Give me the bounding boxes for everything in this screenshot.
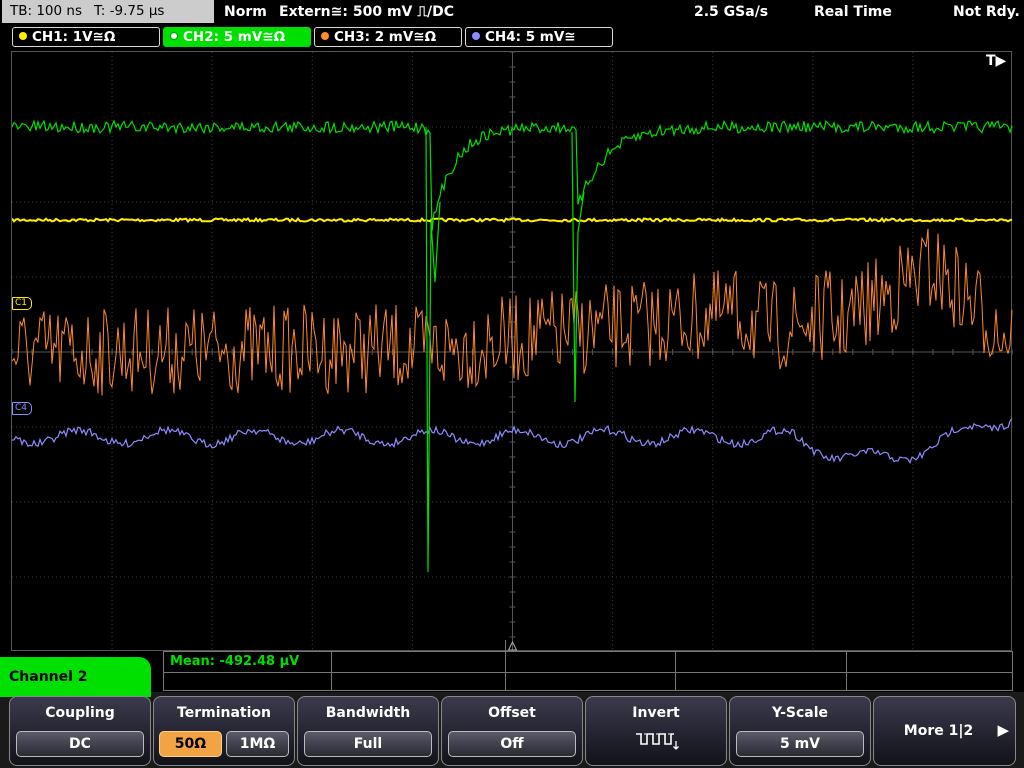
bandwidth-softkey[interactable]: Bandwidth Full	[297, 696, 439, 766]
trigger-time: T: -9.75 µs	[94, 3, 165, 19]
measurement-divider	[505, 640, 506, 690]
channel-tab-ch4[interactable]: CH4: 5 mV≅	[465, 27, 613, 47]
channel-tab-ch3[interactable]: CH3: 2 mV≅Ω	[314, 27, 462, 47]
ch4-color-dot	[472, 32, 480, 40]
offset-value[interactable]: Off	[448, 731, 576, 757]
coupling-label: Coupling	[45, 705, 115, 721]
trigger-source[interactable]: Extern≅: 500 mV ⎍/DC	[279, 0, 454, 24]
channel-tab-ch1[interactable]: CH1: 1V≅Ω	[12, 27, 160, 47]
bandwidth-value[interactable]: Full	[304, 731, 432, 757]
invert-label: Invert	[632, 705, 680, 721]
more-label: More 1|2	[903, 723, 974, 739]
timebase: TB: 100 ns	[10, 3, 82, 19]
ch1-color-dot	[19, 32, 27, 40]
ch1-ground-marker[interactable]: C1	[12, 297, 33, 310]
offset-softkey[interactable]: Offset Off	[441, 696, 583, 766]
termination-1mohm-button[interactable]: 1MΩ	[226, 731, 289, 757]
ch4-ground-marker[interactable]: C4	[12, 402, 33, 415]
measurement-mean[interactable]: Mean: -492.48 µV	[170, 654, 299, 669]
timebase-box[interactable]: TB: 100 ns T: -9.75 µs	[2, 0, 214, 23]
status-bar: TB: 100 ns T: -9.75 µs Norm Extern≅: 500 …	[0, 0, 1024, 24]
channel-tab-ch2[interactable]: CH2: 5 mV≅Ω	[163, 27, 311, 47]
acquisition-mode[interactable]: Real Time	[814, 0, 892, 24]
waveform-display[interactable]	[11, 51, 1013, 652]
invert-softkey[interactable]: Invert	[585, 696, 727, 766]
channel-tab-label: CH3: 2 mV≅Ω	[334, 29, 437, 45]
channel-tab-label: CH4: 5 mV≅	[485, 29, 576, 45]
yscale-value[interactable]: 5 mV	[736, 731, 864, 757]
ch2-color-dot	[170, 32, 178, 40]
channel-tab-label: CH1: 1V≅Ω	[32, 29, 116, 45]
termination-label: Termination	[177, 705, 271, 721]
measurement-divider	[675, 652, 676, 690]
measurement-divider	[846, 652, 847, 690]
coupling-softkey[interactable]: Coupling DC	[9, 696, 151, 766]
trigger-position-icon: T▶	[986, 53, 1007, 69]
measurement-panel: Mean: -492.48 µV	[163, 640, 1013, 691]
waveform-canvas	[12, 52, 1013, 652]
ch2-spike	[571, 131, 585, 403]
measurement-row-divider	[164, 672, 1012, 673]
yscale-label: Y-Scale	[771, 705, 828, 721]
measurement-divider	[331, 652, 332, 690]
termination-50ohm-button[interactable]: 50Ω	[159, 731, 222, 757]
sample-rate[interactable]: 2.5 GSa/s	[694, 0, 768, 24]
trigger-mode[interactable]: Norm	[224, 0, 267, 24]
bandwidth-label: Bandwidth	[325, 705, 411, 721]
ch3-color-dot	[321, 32, 329, 40]
channel-tab-label: CH2: 5 mV≅Ω	[183, 29, 286, 45]
offset-label: Offset	[488, 705, 536, 721]
inverted-square-wave-icon	[636, 733, 679, 750]
coupling-value[interactable]: DC	[16, 731, 144, 757]
acquisition-state: Not Rdy.	[953, 4, 1020, 20]
termination-softkey[interactable]: Termination 50Ω 1MΩ	[153, 696, 295, 766]
more-softkey[interactable]: More 1|2 ▶	[873, 696, 1016, 766]
menu-title: Channel 2	[0, 657, 151, 697]
more-arrow-icon: ▶	[997, 721, 1009, 739]
yscale-softkey[interactable]: Y-Scale 5 mV	[729, 696, 871, 766]
